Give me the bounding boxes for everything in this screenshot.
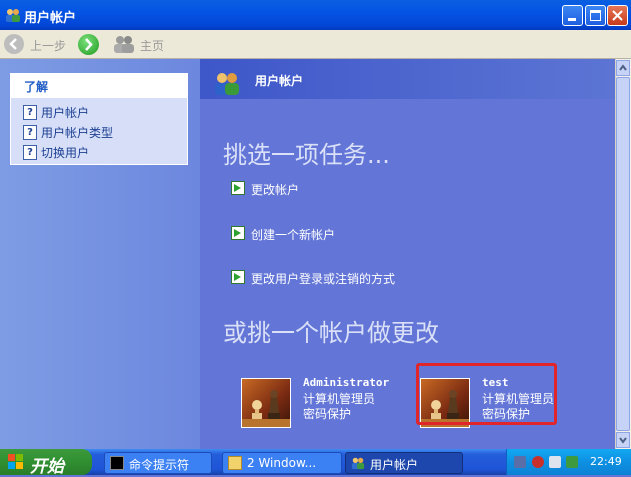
windows-logo-icon bbox=[8, 454, 23, 469]
forward-button[interactable] bbox=[78, 34, 99, 55]
pick-task-heading: 挑选一项任务... bbox=[223, 141, 390, 169]
pick-account-heading: 或挑一个帐户做更改 bbox=[223, 319, 439, 347]
green-arrow-icon bbox=[231, 226, 245, 240]
home-button[interactable]: 主页 bbox=[112, 35, 164, 56]
user-accounts-icon bbox=[215, 73, 239, 95]
scroll-down-button[interactable] bbox=[616, 432, 630, 448]
close-icon bbox=[612, 10, 623, 21]
scroll-thumb[interactable] bbox=[616, 77, 630, 431]
back-arrow-icon bbox=[4, 34, 24, 54]
user-accounts-icon bbox=[351, 457, 365, 470]
selection-highlight bbox=[416, 363, 557, 425]
scroll-up-button[interactable] bbox=[616, 60, 630, 76]
chevron-down-icon bbox=[619, 437, 627, 444]
folder-icon bbox=[228, 456, 242, 470]
taskbar-user-accounts[interactable]: 用户帐户 bbox=[345, 452, 463, 474]
chevron-up-icon bbox=[619, 64, 627, 71]
learn-about-title: 了解 bbox=[24, 80, 49, 94]
maximize-button[interactable] bbox=[585, 5, 606, 26]
back-label: 上一步 bbox=[30, 39, 67, 53]
account-password-status: 密码保护 bbox=[303, 407, 352, 421]
title-bar[interactable] bbox=[0, 0, 631, 30]
account-name: Administrator bbox=[303, 376, 390, 389]
user-accounts-icon bbox=[6, 9, 20, 22]
security-shield-icon[interactable] bbox=[532, 456, 544, 468]
help-icon: ? bbox=[23, 105, 37, 120]
learn-about-header[interactable]: 了解 bbox=[11, 74, 187, 98]
learn-about-box: 了解 ? 用户帐户 ? 用户帐户类型 ? 切换用户 bbox=[10, 73, 188, 165]
main-header-title: 用户帐户 bbox=[255, 74, 304, 88]
start-label: 开始 bbox=[30, 457, 64, 477]
home-users-icon bbox=[114, 36, 134, 53]
command-prompt-icon bbox=[110, 456, 124, 470]
window-title: 用户帐户 bbox=[24, 11, 77, 26]
taskbar-explorer-group[interactable]: 2 Window... bbox=[222, 452, 342, 474]
left-pane: 了解 ? 用户帐户 ? 用户帐户类型 ? 切换用户 bbox=[0, 59, 200, 449]
antivirus-icon[interactable] bbox=[566, 456, 578, 468]
home-label: 主页 bbox=[140, 39, 165, 53]
clock[interactable]: 22:49 bbox=[590, 455, 622, 468]
green-arrow-icon bbox=[231, 181, 245, 195]
forward-arrow-icon bbox=[85, 38, 93, 51]
speaker-icon[interactable] bbox=[549, 456, 561, 468]
help-icon: ? bbox=[23, 145, 37, 160]
chess-avatar bbox=[241, 378, 291, 428]
help-icon: ? bbox=[23, 125, 37, 140]
taskbar-command-prompt[interactable]: 命令提示符 bbox=[104, 452, 212, 474]
minimize-icon bbox=[568, 18, 576, 21]
maximize-icon bbox=[590, 10, 601, 21]
close-button[interactable] bbox=[607, 5, 628, 26]
minimize-button[interactable] bbox=[562, 5, 583, 26]
network-icon[interactable] bbox=[514, 456, 526, 468]
green-arrow-icon bbox=[231, 270, 245, 284]
